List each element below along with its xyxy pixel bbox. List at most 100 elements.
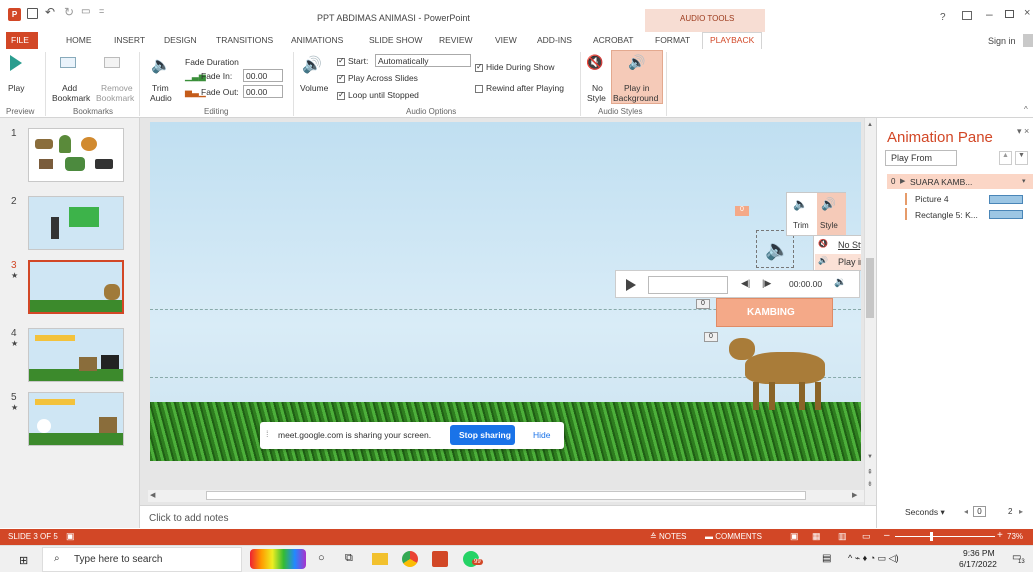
tab-add-ins[interactable]: ADD-INS: [537, 35, 572, 45]
anim-item-3-label[interactable]: Rectangle 5: K...: [915, 210, 978, 220]
task-view-icon[interactable]: ⧉: [345, 552, 353, 565]
save-icon[interactable]: [27, 8, 38, 19]
move-up-icon[interactable]: ▲: [999, 151, 1012, 165]
horizontal-scrollbar[interactable]: ◀ ▶: [148, 490, 864, 502]
help-icon[interactable]: ?: [940, 12, 946, 23]
slide-thumbnail-5[interactable]: [28, 392, 124, 446]
ribbon-display-icon[interactable]: [962, 11, 972, 20]
goat-image[interactable]: [725, 332, 835, 412]
player-forward-icon[interactable]: |▶: [762, 278, 771, 289]
anim-item-1-dropdown-icon[interactable]: ▾: [1022, 177, 1026, 185]
present-icon[interactable]: ▭: [81, 6, 90, 17]
timeline-prev-icon[interactable]: ◂: [964, 507, 968, 516]
collapse-ribbon-icon[interactable]: ^: [1024, 105, 1028, 114]
seconds-dropdown[interactable]: Seconds ▾: [905, 507, 945, 518]
mini-trim-label[interactable]: Trim: [793, 221, 809, 230]
clock-time[interactable]: 9:36 PM: [963, 548, 995, 558]
minimize-icon[interactable]: –: [986, 7, 993, 21]
tab-home[interactable]: HOME: [66, 35, 92, 45]
trim-audio-icon[interactable]: 🔈: [151, 55, 171, 75]
player-play-icon[interactable]: [626, 279, 636, 291]
hide-during-show-checkbox[interactable]: Hide During Show: [475, 62, 555, 72]
menu-no-style[interactable]: No Style: [838, 240, 861, 250]
redo-icon[interactable]: ↻: [64, 5, 74, 19]
loop-checkbox[interactable]: Loop until Stopped: [337, 90, 419, 100]
no-style-icon[interactable]: 🔇: [586, 54, 603, 71]
cortana-icon[interactable]: ○: [318, 552, 325, 564]
zoom-out-icon[interactable]: –: [884, 530, 890, 541]
timeline-next-icon[interactable]: ▸: [1019, 507, 1023, 516]
powerpoint-taskbar-icon[interactable]: [432, 551, 448, 567]
notes-pane[interactable]: Click to add notes: [140, 505, 876, 529]
zoom-level[interactable]: 73%: [1007, 532, 1023, 541]
tab-format[interactable]: FORMAT: [655, 35, 690, 45]
vertical-scrollbar[interactable]: ▲ ▼ ⇞ ⇟: [864, 118, 876, 510]
zoom-in-icon[interactable]: +: [997, 530, 1003, 541]
comments-button[interactable]: ▬ COMMENTS: [705, 532, 762, 541]
file-explorer-icon[interactable]: [372, 553, 388, 565]
normal-view-icon[interactable]: ▣: [790, 531, 799, 542]
add-bookmark-line2[interactable]: Bookmark: [52, 93, 90, 103]
hide-banner-link[interactable]: Hide: [533, 430, 550, 440]
add-bookmark-icon[interactable]: [60, 57, 76, 68]
news-icon[interactable]: ▤: [822, 553, 831, 564]
tab-transitions[interactable]: TRANSITIONS: [216, 35, 273, 45]
audio-mini-toolbar: 🔈 Trim 🔊 Style: [786, 192, 846, 236]
add-bookmark-line1[interactable]: Add: [62, 83, 77, 93]
slide-thumbnail-4[interactable]: [28, 328, 124, 382]
slide-thumbnail-3[interactable]: [28, 260, 124, 314]
slideshow-view-icon[interactable]: ▭: [862, 531, 871, 542]
chrome-icon[interactable]: [402, 551, 418, 567]
slide-canvas[interactable]: KAMBING 0 0 0 🔈 ◀| |▶ 00:00.00 🔉 🔈 Trim …: [150, 122, 861, 461]
windows-start-icon[interactable]: ⊞: [19, 554, 28, 567]
avatar[interactable]: [1023, 34, 1033, 47]
audio-player-bar[interactable]: ◀| |▶ 00:00.00 🔉: [615, 270, 860, 298]
qat-more-icon[interactable]: =: [99, 6, 104, 16]
tab-design[interactable]: DESIGN: [164, 35, 197, 45]
sign-in-link[interactable]: Sign in: [988, 36, 1016, 46]
player-back-icon[interactable]: ◀|: [741, 278, 750, 289]
trim-audio-line2[interactable]: Audio: [150, 93, 172, 103]
slide-thumbnail-1[interactable]: [28, 128, 124, 182]
drag-handle-icon[interactable]: ⁞: [266, 429, 269, 439]
mini-trim-icon[interactable]: 🔈: [793, 197, 808, 211]
start-select[interactable]: Automatically: [375, 54, 471, 67]
fade-in-input[interactable]: 00.00: [243, 69, 283, 82]
rainbow-app-icon[interactable]: [250, 549, 306, 569]
no-style-line2[interactable]: Style: [587, 93, 606, 103]
volume-button[interactable]: Volume: [300, 83, 328, 93]
tab-insert[interactable]: INSERT: [114, 35, 145, 45]
tab-acrobat[interactable]: ACROBAT: [593, 35, 633, 45]
no-style-line1[interactable]: No: [592, 83, 603, 93]
trim-audio-line1[interactable]: Trim: [152, 83, 169, 93]
play-icon[interactable]: [10, 55, 22, 71]
player-volume-icon[interactable]: 🔉: [834, 277, 846, 288]
restore-icon[interactable]: [1005, 10, 1014, 18]
timeline-page-a[interactable]: 0: [973, 506, 986, 517]
clock-date[interactable]: 6/17/2022: [959, 559, 997, 569]
undo-icon[interactable]: ↶: [45, 5, 55, 19]
move-down-icon[interactable]: ▼: [1015, 151, 1028, 165]
timeline-page-b[interactable]: 2: [1008, 507, 1012, 516]
volume-icon[interactable]: 🔊: [302, 55, 322, 75]
play-button[interactable]: Play: [8, 83, 25, 93]
tab-view[interactable]: VIEW: [495, 35, 517, 45]
play-across-slides-checkbox[interactable]: Play Across Slides: [337, 73, 418, 83]
slide-sorter-icon[interactable]: ▦: [812, 531, 821, 542]
tray-icons[interactable]: ^ ⌁ ♦ ◔ ▭ ◁): [848, 553, 899, 564]
tab-animations[interactable]: ANIMATIONS: [291, 35, 343, 45]
notes-button[interactable]: ≙ NOTES: [650, 532, 687, 541]
slide-thumbnail-2[interactable]: [28, 196, 124, 250]
anim-item-2-label[interactable]: Picture 4: [915, 194, 949, 204]
player-progress-track[interactable]: [648, 276, 728, 294]
close-icon[interactable]: ×: [1024, 7, 1030, 19]
rewind-checkbox[interactable]: Rewind after Playing: [475, 83, 564, 93]
fade-out-input[interactable]: 00.00: [243, 85, 283, 98]
zoom-slider[interactable]: [895, 536, 995, 537]
pane-options-icon[interactable]: ▾ ×: [1017, 126, 1029, 137]
tab-review[interactable]: REVIEW: [439, 35, 473, 45]
zoom-thumb[interactable]: [930, 532, 933, 541]
spellcheck-icon[interactable]: ▣: [66, 531, 75, 542]
reading-view-icon[interactable]: ▥: [838, 531, 847, 542]
tab-slide-show[interactable]: SLIDE SHOW: [369, 35, 422, 45]
